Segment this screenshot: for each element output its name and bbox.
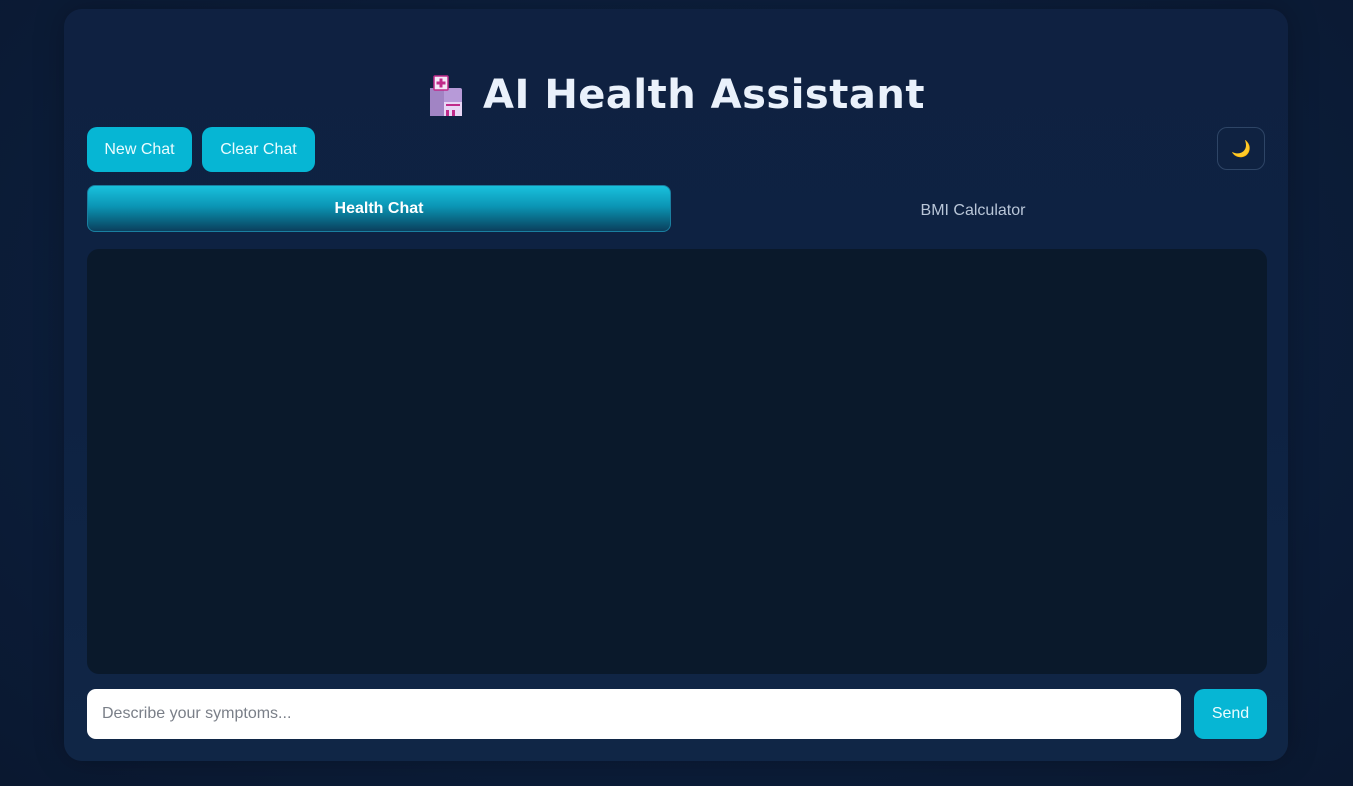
tab-health-chat-label: Health Chat (334, 199, 424, 217)
page-title: AI Health Assistant (483, 72, 925, 118)
tab-bmi-calculator-label: BMI Calculator (920, 201, 1026, 219)
new-chat-button[interactable]: New Chat (87, 127, 192, 172)
main-card: AI Health Assistant New Chat Clear Chat … (64, 9, 1288, 761)
tab-bmi-calculator[interactable]: BMI Calculator (681, 185, 1265, 233)
symptoms-input[interactable] (87, 689, 1181, 739)
header: AI Health Assistant (64, 67, 1288, 123)
clear-chat-button[interactable]: Clear Chat (202, 127, 315, 172)
tab-health-chat[interactable]: Health Chat (87, 185, 671, 232)
moon-icon: 🌙 (1231, 140, 1251, 158)
hospital-icon (427, 74, 465, 116)
theme-toggle-button[interactable]: 🌙 (1217, 127, 1265, 170)
chat-messages-area[interactable] (87, 249, 1267, 674)
send-button[interactable]: Send (1194, 689, 1267, 739)
